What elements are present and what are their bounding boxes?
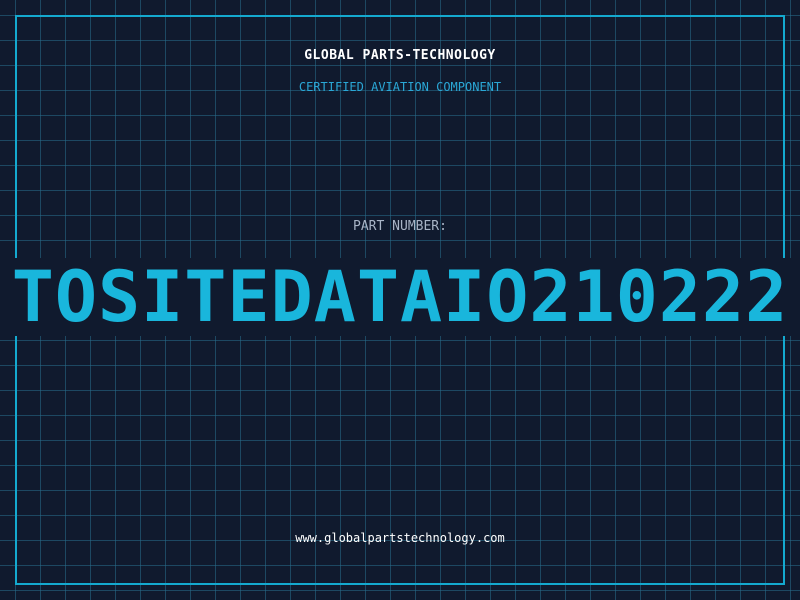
- website-url: www.globalpartstechnology.com: [295, 531, 505, 545]
- part-number-value: TOSITEDATAIO210222: [11, 256, 789, 338]
- company-name: GLOBAL PARTS-TECHNOLOGY: [304, 48, 496, 63]
- part-number-label: PART NUMBER:: [353, 219, 447, 234]
- part-label-card: GLOBAL PARTS-TECHNOLOGY CERTIFIED AVIATI…: [0, 0, 800, 600]
- certification-text: CERTIFIED AVIATION COMPONENT: [298, 80, 502, 94]
